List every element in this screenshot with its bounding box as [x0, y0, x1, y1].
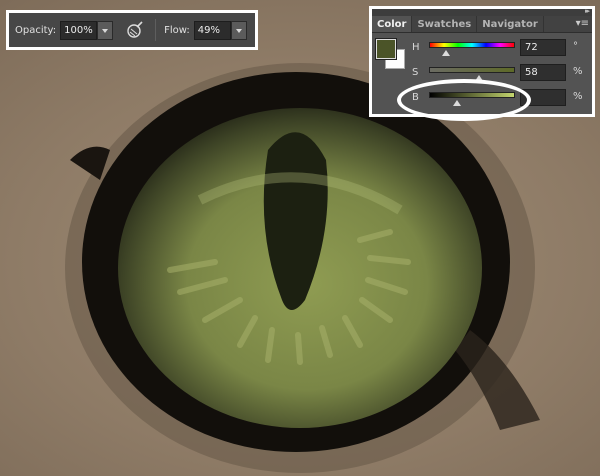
saturation-label: S — [412, 67, 419, 78]
foreground-color-swatch[interactable] — [375, 38, 397, 60]
collapse-panel-icon[interactable]: ▸▸ — [585, 7, 590, 15]
hue-row: H 72 ° — [412, 39, 588, 57]
panel-tabs: Color Swatches Navigator ▾≡ — [372, 16, 592, 33]
saturation-row: S 58 % — [412, 64, 588, 82]
flow-field[interactable]: 49% — [193, 20, 231, 40]
saturation-value-field[interactable]: 58 — [520, 64, 566, 81]
tab-navigator[interactable]: Navigator — [477, 16, 544, 32]
annotation-highlight-ellipse — [397, 79, 531, 121]
saturation-slider[interactable] — [429, 67, 515, 73]
separator — [155, 19, 157, 41]
hue-slider-thumb[interactable] — [442, 50, 451, 56]
opacity-dropdown-button[interactable] — [97, 20, 114, 40]
tab-color[interactable]: Color — [372, 16, 413, 32]
hue-value-field[interactable]: 72 — [520, 39, 566, 56]
airbrush-icon[interactable] — [125, 20, 145, 40]
flow-dropdown-button[interactable] — [230, 20, 247, 40]
panel-header: ▸▸ — [372, 7, 592, 16]
brush-options-bar: Opacity: 100% Flow: 49% — [6, 10, 258, 50]
hue-slider[interactable] — [429, 42, 515, 48]
saturation-unit: % — [573, 66, 583, 77]
panel-menu-icon[interactable]: ▾≡ — [576, 18, 589, 29]
flow-label: Flow: — [164, 24, 190, 36]
hue-unit: ° — [573, 41, 578, 52]
hue-label: H — [412, 42, 420, 53]
opacity-field[interactable]: 100% — [60, 20, 98, 40]
opacity-label: Opacity: — [15, 24, 57, 36]
color-swatches — [375, 38, 406, 71]
tab-swatches[interactable]: Swatches — [412, 16, 478, 32]
brightness-unit: % — [573, 91, 583, 102]
